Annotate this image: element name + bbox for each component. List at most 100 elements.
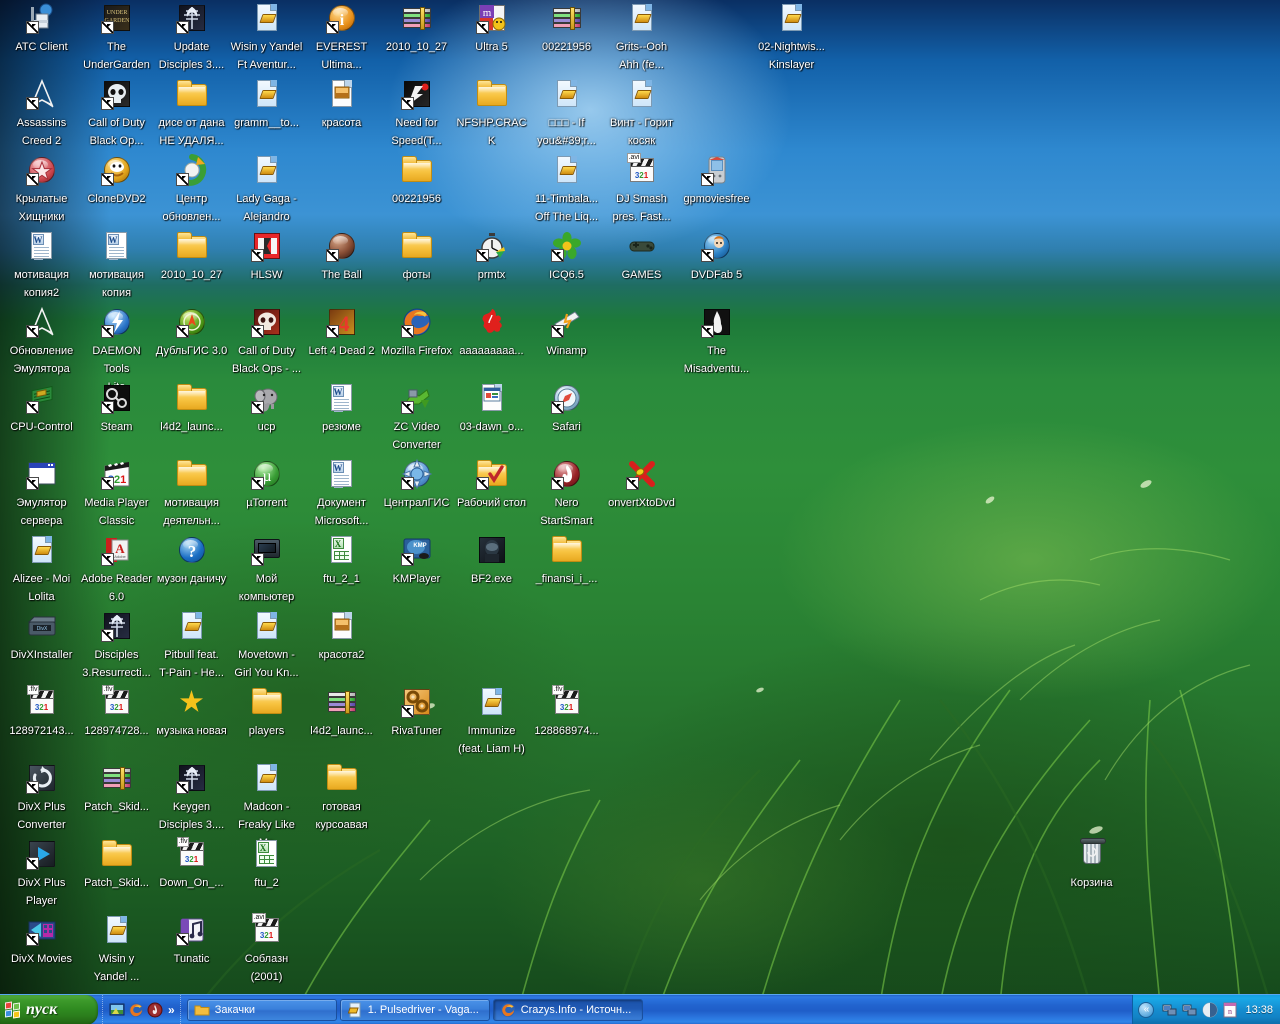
desktop-icon[interactable]: Корзина: [1054, 838, 1129, 891]
desktop-icon[interactable]: 00221956: [379, 154, 454, 207]
nero-icon[interactable]: [147, 1002, 163, 1018]
desktop-icon[interactable]: Pitbull feat. T-Pain - He...: [154, 610, 229, 681]
desktop-icon[interactable]: DivXDivXInstaller: [4, 610, 79, 663]
desktop-icon[interactable]: GAMES: [604, 230, 679, 283]
desktop-icon[interactable]: 2010_10_27: [154, 230, 229, 283]
desktop-icon[interactable]: DivX Plus Converter: [4, 762, 79, 833]
taskbar[interactable]: пуск: [0, 994, 1280, 1024]
desktop-icon[interactable]: HLSW: [229, 230, 304, 283]
desktop[interactable]: ATC ClientUNDERGARDENThe UnderGardenUpda…: [0, 0, 1280, 1024]
desktop-icon[interactable]: 02-Nightwis... Kinslayer: [754, 2, 829, 73]
daemon-tools-icon[interactable]: [1202, 1002, 1218, 1018]
desktop-icon[interactable]: Patch_Skid...: [79, 838, 154, 891]
desktop-icon[interactable]: WДокумент Microsoft...: [304, 458, 379, 529]
desktop-icon[interactable]: UNDERGARDENThe UnderGarden: [79, 2, 154, 73]
desktop-icon[interactable]: Immunize (feat. Liam H): [454, 686, 529, 757]
desktop-icon[interactable]: Эмулятор сервера: [4, 458, 79, 529]
desktop-icon[interactable]: 03-dawn_o...: [454, 382, 529, 435]
desktop-icon[interactable]: .flv321128972143...: [4, 686, 79, 739]
desktop-icon[interactable]: Call of Duty Black Op...: [79, 78, 154, 149]
software-icon[interactable]: n: [1222, 1002, 1238, 1018]
show-desktop-icon[interactable]: [109, 1002, 125, 1018]
desktop-icon[interactable]: Movetown - Girl You Kn...: [229, 610, 304, 681]
desktop-icon[interactable]: .flv321Down_On_...: [154, 838, 229, 891]
desktop-icon[interactable]: The Ball: [304, 230, 379, 283]
desktop-icon[interactable]: Disciples 3.Resurrecti...: [79, 610, 154, 681]
desktop-icon[interactable]: ЦентралГИС: [379, 458, 454, 511]
taskbar-task-button[interactable]: Закачки: [187, 999, 337, 1021]
desktop-icon[interactable]: Винт - Горит косяк: [604, 78, 679, 149]
quick-launch-overflow-chevron[interactable]: »: [166, 1004, 177, 1016]
desktop-icon[interactable]: Call of Duty Black Ops - ...: [229, 306, 304, 377]
firefox-icon[interactable]: [128, 1002, 144, 1018]
desktop-icon[interactable]: красота: [304, 78, 379, 131]
desktop-icon[interactable]: KMPKMPlayer: [379, 534, 454, 587]
desktop-icon[interactable]: дисе от дана НЕ УДАЛЯ...: [154, 78, 229, 149]
desktop-icon[interactable]: фоты: [379, 230, 454, 283]
desktop-icon[interactable]: µµTorrent: [229, 458, 304, 511]
desktop-icon[interactable]: _finansi_i_...: [529, 534, 604, 587]
desktop-icon[interactable]: NFSHP.CRACK: [454, 78, 529, 149]
desktop-icon[interactable]: aaaaaaaaa...: [454, 306, 529, 359]
desktop-icon[interactable]: Patch_Skid...: [79, 762, 154, 815]
desktop-icon[interactable]: Wisin y Yandel ...: [79, 914, 154, 985]
desktop-icon[interactable]: Wмотивация копия: [79, 230, 154, 301]
desktop-icon[interactable]: Wisin y Yandel Ft Aventur...: [229, 2, 304, 73]
desktop-icon[interactable]: 321Media Player Classic: [79, 458, 154, 529]
desktop-icon[interactable]: 11-Timbala... Off The Liq...: [529, 154, 604, 225]
desktop-icon[interactable]: Alizee - Moi Lolita: [4, 534, 79, 605]
desktop-icon[interactable]: 2010_10_27: [379, 2, 454, 55]
desktop-icon[interactable]: Keygen Disciples 3....: [154, 762, 229, 833]
desktop-icon[interactable]: Wрезюме: [304, 382, 379, 435]
desktop-icon[interactable]: Mozilla Firefox: [379, 306, 454, 359]
desktop-icon[interactable]: музыка новая: [154, 686, 229, 739]
desktop-icon[interactable]: красота2: [304, 610, 379, 663]
desktop-icon[interactable]: Safari: [529, 382, 604, 435]
desktop-icon[interactable]: ucp: [229, 382, 304, 435]
desktop-icon[interactable]: .avi321DJ Smash pres. Fast...: [604, 154, 679, 225]
desktop-icon[interactable]: Xftu_2: [229, 838, 304, 891]
desktop-icon[interactable]: Xftu_2_1: [304, 534, 379, 587]
desktop-icon[interactable]: ICQ6.5: [529, 230, 604, 283]
desktop-icon[interactable]: CloneDVD2: [79, 154, 154, 207]
desktop-icon[interactable]: Update Disciples 3....: [154, 2, 229, 73]
desktop-icon[interactable]: 00221956: [529, 2, 604, 55]
desktop-icon[interactable]: .avi321Соблазн (2001): [229, 914, 304, 985]
desktop-icon[interactable]: Рабочий стол: [454, 458, 529, 511]
desktop-icon[interactable]: ДубльГИС 3.0: [154, 306, 229, 359]
desktop-icon[interactable]: The Misadventu...: [679, 306, 754, 377]
desktop-icon[interactable]: □□□ - If you&#39;r...: [529, 78, 604, 149]
tray-expand-chevron-icon[interactable]: «: [1138, 1002, 1154, 1018]
desktop-icon[interactable]: Assassins Creed 2: [4, 78, 79, 149]
desktop-icon[interactable]: DivX Movies: [4, 914, 79, 967]
network-connection-icon[interactable]: [1182, 1002, 1198, 1018]
taskbar-clock[interactable]: 13:38: [1242, 1004, 1273, 1016]
desktop-icon[interactable]: onvertXtoDvd: [604, 458, 679, 511]
desktop-icon[interactable]: ZC Video Converter: [379, 382, 454, 453]
desktop-icon[interactable]: 4Left 4 Dead 2: [304, 306, 379, 359]
desktop-icon[interactable]: готовая курсоавая: [304, 762, 379, 833]
desktop-icon[interactable]: DivX Plus Player: [4, 838, 79, 909]
desktop-icon[interactable]: DVDFab 5: [679, 230, 754, 283]
start-button[interactable]: пуск: [0, 995, 98, 1024]
quick-launch-bar[interactable]: »: [102, 995, 181, 1024]
desktop-icon[interactable]: Winamp: [529, 306, 604, 359]
desktop-icon[interactable]: mTUltra 5: [454, 2, 529, 55]
desktop-icon[interactable]: Grits--Ooh Ahh (fe...: [604, 2, 679, 73]
desktop-icon[interactable]: prmtx: [454, 230, 529, 283]
desktop-icon[interactable]: CPU-Control: [4, 382, 79, 435]
system-tray[interactable]: «: [1132, 995, 1280, 1024]
desktop-icon[interactable]: BF2.exe: [454, 534, 529, 587]
taskbar-task-button[interactable]: 1. Pulsedriver - Vaga...: [340, 999, 490, 1021]
desktop-icon[interactable]: gramm__to...: [229, 78, 304, 131]
desktop-icon[interactable]: ?музон даничу: [154, 534, 229, 587]
taskbar-task-button[interactable]: Crazys.Info - Источн...: [493, 999, 643, 1021]
desktop-icon[interactable]: .flv321128974728...: [79, 686, 154, 739]
desktop-icon[interactable]: RivaTuner: [379, 686, 454, 739]
desktop-icon[interactable]: players: [229, 686, 304, 739]
desktop-icon[interactable]: Обновление Эмулятора: [4, 306, 79, 377]
desktop-icon[interactable]: Tunatic: [154, 914, 229, 967]
desktop-icon[interactable]: AAdobeAdobe Reader 6.0: [79, 534, 154, 605]
desktop-icon[interactable]: gpmoviesfree: [679, 154, 754, 207]
desktop-icon[interactable]: iEVEREST Ultima...: [304, 2, 379, 73]
